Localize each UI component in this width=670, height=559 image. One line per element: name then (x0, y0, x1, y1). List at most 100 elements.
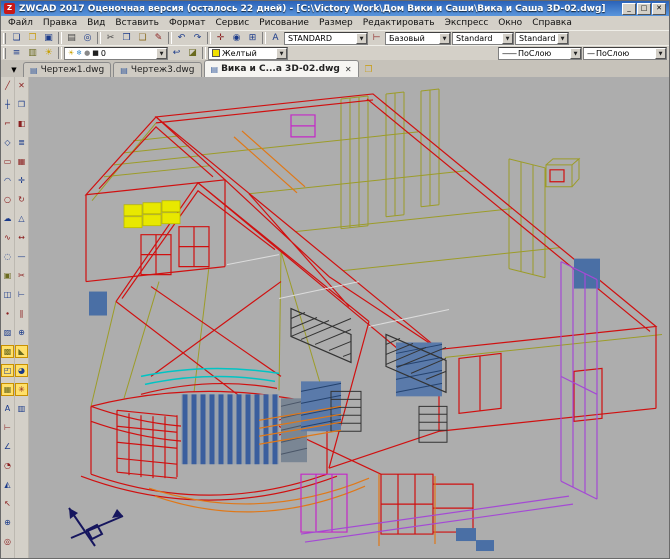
menu-draw[interactable]: Рисование (254, 18, 314, 28)
menu-window[interactable]: Окно (493, 18, 527, 28)
save-file-icon[interactable]: ▣ (41, 32, 56, 45)
zoom-realtime-icon[interactable]: ◉ (229, 32, 244, 45)
undo-icon[interactable]: ↶ (174, 32, 189, 45)
tool-stretch[interactable]: ↔ (15, 231, 28, 244)
tool-array[interactable]: ▦ (15, 155, 28, 168)
tool-gradient[interactable]: ▩ (1, 345, 14, 358)
tool-mirror[interactable]: ◧ (15, 117, 28, 130)
layer-properties-icon[interactable]: ≡ (9, 47, 24, 60)
tool-dim-radius[interactable]: ◔ (1, 459, 14, 472)
layer-states-icon[interactable]: ▥ (25, 47, 40, 60)
match-properties-icon[interactable]: ✎ (151, 32, 166, 45)
tool-point[interactable]: ∙ (1, 307, 14, 320)
tool-extend[interactable]: ⊢ (15, 288, 28, 301)
tool-move[interactable]: ✛ (15, 174, 28, 187)
menu-tools[interactable]: Сервис (211, 18, 255, 28)
tab-close-icon[interactable]: ✕ (345, 65, 352, 74)
tool-chamfer[interactable]: ◣ (15, 345, 28, 358)
tool-construction-line[interactable]: ┼ (1, 98, 14, 111)
tool-fillet[interactable]: ◕ (15, 364, 28, 377)
dim-style-icon[interactable]: ⊢ (369, 32, 384, 45)
tool-rectangle[interactable]: ▭ (1, 155, 14, 168)
tool-break[interactable]: ∥ (15, 307, 28, 320)
plot-icon[interactable]: ▤ (64, 32, 79, 45)
toolbar-grip[interactable] (3, 48, 6, 59)
tool-lengthen[interactable]: — (15, 250, 28, 263)
paste-clip-icon[interactable]: ❑ (135, 32, 150, 45)
tool-spline[interactable]: ∿ (1, 231, 14, 244)
minimize-button[interactable]: _ (622, 3, 636, 15)
tool-polyline[interactable]: ⌐ (1, 117, 14, 130)
open-drawing-button[interactable]: ❐ (361, 62, 377, 77)
menu-insert[interactable]: Вставить (110, 18, 164, 28)
tab-vika-sasha-3d[interactable]: ▤Вика и С...а 3D-02.dwg✕ (204, 60, 359, 77)
tool-dim-angular[interactable]: ◭ (1, 478, 14, 491)
menu-edit[interactable]: Правка (38, 18, 82, 28)
table-style-combo[interactable]: Standard▼ (452, 32, 514, 45)
tool-arc[interactable]: ◠ (1, 174, 14, 187)
layer-combo[interactable]: ☀❄●■0▼ (64, 47, 168, 60)
open-file-icon[interactable]: ❐ (25, 32, 40, 45)
tool-quick-leader[interactable]: ↖ (1, 497, 14, 510)
dim-style-combo[interactable]: Базовый▼ (385, 32, 451, 45)
lineweight-combo[interactable]: —ПоСлою▼ (583, 47, 667, 60)
toolbar-grip[interactable] (3, 33, 6, 44)
tool-erase[interactable]: ✕ (15, 79, 28, 92)
cut-icon[interactable]: ✂ (103, 32, 118, 45)
tool-insert-block[interactable]: ▣ (1, 269, 14, 282)
tool-scale[interactable]: △ (15, 212, 28, 225)
tool-circle[interactable]: ○ (1, 193, 14, 206)
tab-overflow-button[interactable]: ▼ (7, 63, 21, 77)
tab-drawing1[interactable]: ▤Чертеж1.dwg (23, 62, 111, 77)
mleader-style-combo[interactable]: Standard▼ (515, 32, 569, 45)
tool-line[interactable]: ╱ (1, 79, 14, 92)
zoom-window-icon[interactable]: ⊞ (245, 32, 260, 45)
menu-express[interactable]: Экспресс (440, 18, 494, 28)
tool-region[interactable]: ◰ (1, 364, 14, 377)
menu-dimension[interactable]: Размер (314, 18, 358, 28)
tool-trim[interactable]: ✂ (15, 269, 28, 282)
document-tabs: ▤Чертеж1.dwg▤Чертеж3.dwg▤Вика и С...а 3D… (23, 60, 359, 77)
menu-view[interactable]: Вид (82, 18, 110, 28)
pan-icon[interactable]: ✛ (213, 32, 228, 45)
zwcad-window: Z ZWCAD 2017 Оценочная версия (осталось … (0, 0, 670, 559)
new-file-icon[interactable]: ❏ (9, 32, 24, 45)
tool-tolerance[interactable]: ⊕ (1, 516, 14, 529)
layer-previous-icon[interactable]: ↩ (169, 47, 184, 60)
tool-revision-cloud[interactable]: ☁ (1, 212, 14, 225)
tool-ellipse[interactable]: ◌ (1, 250, 14, 263)
tool-properties[interactable]: ▥ (15, 402, 28, 415)
tab-drawing3[interactable]: ▤Чертеж3.dwg (113, 62, 201, 77)
text-style-icon[interactable]: A (268, 32, 283, 45)
make-object-layer-current-icon[interactable]: ◪ (185, 47, 200, 60)
tool-dim-linear[interactable]: ⊢ (1, 421, 14, 434)
menu-format[interactable]: Формат (164, 18, 211, 28)
tool-dim-aligned[interactable]: ∠ (1, 440, 14, 453)
tool-polygon[interactable]: ◇ (1, 136, 14, 149)
tool-offset[interactable]: ≣ (15, 136, 28, 149)
layer-on-off-icon[interactable]: ☀ (41, 47, 56, 60)
menu-help[interactable]: Справка (527, 18, 577, 28)
maximize-button[interactable]: □ (637, 3, 651, 15)
copy-clip-icon[interactable]: ❒ (119, 32, 134, 45)
menu-file[interactable]: Файл (3, 18, 38, 28)
tool-multiline-text[interactable]: A (1, 402, 14, 415)
plot-preview-icon[interactable]: ◎ (80, 32, 95, 45)
window-controls: _ □ ✕ (622, 3, 666, 15)
redo-icon[interactable]: ↷ (190, 32, 205, 45)
text-style-combo[interactable]: STANDARD▼ (284, 32, 368, 45)
tool-copy[interactable]: ❒ (15, 98, 28, 111)
house-wireframe-model (29, 77, 669, 558)
linetype-combo[interactable]: ——ПоСлою▼ (498, 47, 582, 60)
tool-explode[interactable]: ✳ (15, 383, 28, 396)
tool-center-mark[interactable]: ◎ (1, 535, 14, 548)
tool-join[interactable]: ⊕ (15, 326, 28, 339)
tool-make-block[interactable]: ◫ (1, 288, 14, 301)
drawing-canvas[interactable] (29, 77, 669, 558)
tool-hatch[interactable]: ▨ (1, 326, 14, 339)
color-combo[interactable]: Желтый▼ (208, 47, 288, 60)
menu-modify[interactable]: Редактировать (358, 18, 440, 28)
tool-rotate[interactable]: ↻ (15, 193, 28, 206)
close-button[interactable]: ✕ (652, 3, 666, 15)
tool-table[interactable]: ▦ (1, 383, 14, 396)
